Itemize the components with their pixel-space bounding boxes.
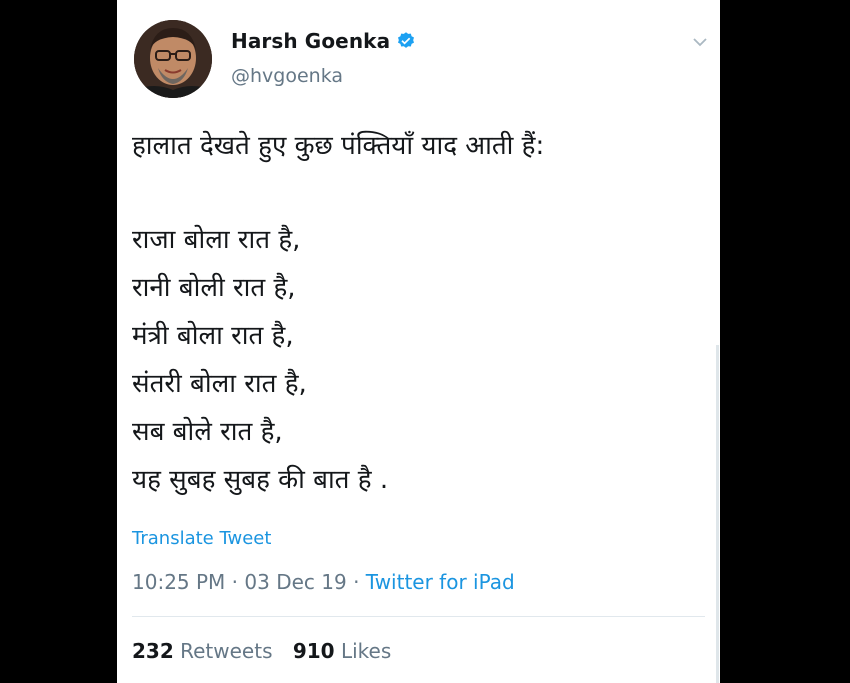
tweet-stats: 232 Retweets 910 Likes [132, 639, 405, 663]
tweet-line: संतरी बोला रात है, [132, 369, 307, 399]
tweet-line: राजा बोला रात है, [132, 225, 301, 255]
user-display-name[interactable]: Harsh Goenka [231, 29, 390, 53]
verified-badge-icon [396, 31, 416, 51]
tweet-text: हालात देखते हुए कुछ पंक्तियाँ याद आती है… [132, 122, 702, 504]
chevron-down-icon[interactable] [691, 34, 709, 48]
profile-avatar[interactable] [134, 20, 212, 98]
likes-count: 910 [292, 639, 335, 663]
likes-stat[interactable]: 910 Likes [293, 639, 391, 663]
tweet-line: सब बोले रात है, [132, 417, 283, 447]
retweets-stat[interactable]: 232 Retweets [132, 639, 272, 663]
tweet-line: मंत्री बोला रात है, [132, 321, 294, 351]
tweet-line: रानी बोली रात है, [132, 273, 296, 303]
meta-separator: · [225, 570, 245, 594]
meta-separator: · [346, 570, 366, 594]
tweet-date[interactable]: 03 Dec 19 [244, 570, 346, 594]
scrollbar[interactable] [716, 345, 719, 683]
retweets-count: 232 [132, 639, 174, 663]
retweets-label: Retweets [180, 639, 273, 663]
tweet-meta: 10:25 PM · 03 Dec 19 · Twitter for iPad [132, 570, 515, 594]
tweet-line-intro: हालात देखते हुए कुछ पंक्तियाँ याद आती है… [132, 131, 545, 161]
divider [132, 616, 705, 617]
user-handle[interactable]: @hvgoenka [231, 65, 343, 87]
user-name-row: Harsh Goenka [231, 29, 416, 53]
tweet-source-link[interactable]: Twitter for iPad [366, 570, 515, 594]
translate-tweet-link[interactable]: Translate Tweet [132, 528, 271, 549]
likes-label: Likes [340, 639, 392, 663]
tweet-time[interactable]: 10:25 PM [132, 570, 225, 594]
tweet-header: Harsh Goenka @hvgoenka [134, 20, 709, 100]
tweet-card: Harsh Goenka @hvgoenka हालात देखते हुए क… [117, 0, 720, 683]
screenshot-stage: Harsh Goenka @hvgoenka हालात देखते हुए क… [0, 0, 850, 683]
tweet-line: यह सुबह सुबह की बात है . [132, 465, 389, 495]
